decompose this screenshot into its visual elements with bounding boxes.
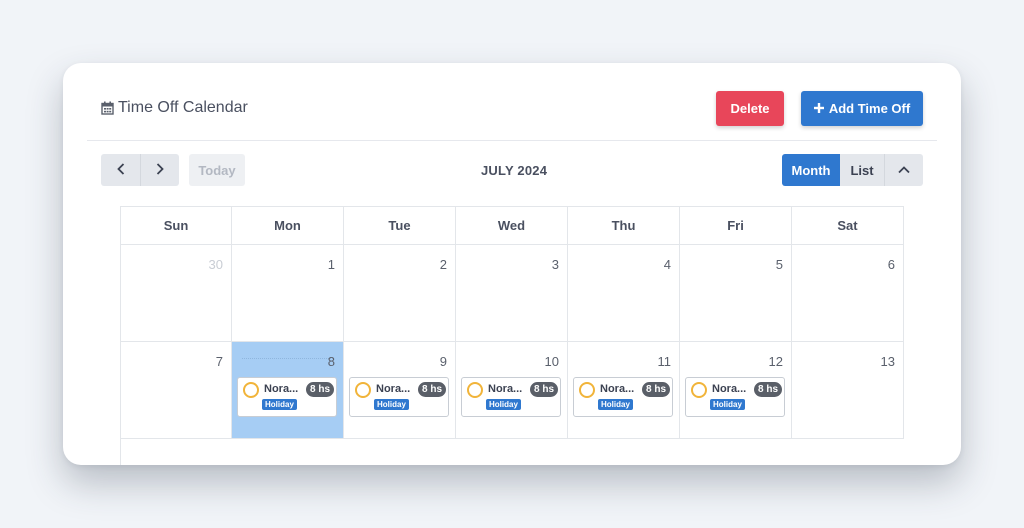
event-type-tag: Holiday	[262, 399, 297, 410]
event-employee-name: Nora...	[488, 383, 523, 395]
event-type-tag: Holiday	[710, 399, 745, 410]
page-title-text: Time Off Calendar	[118, 99, 248, 116]
status-ring-icon	[579, 382, 595, 398]
calendar-toolbar: Today JULY 2024 Month List	[101, 154, 923, 186]
time-off-event[interactable]: Nora... 8 hs Holiday	[349, 377, 449, 417]
day-number: 4	[663, 257, 671, 272]
page-title: Time Off Calendar	[101, 99, 248, 117]
event-employee-name: Nora...	[712, 383, 747, 395]
weekday-header: Wed	[456, 207, 568, 245]
day-number: 6	[887, 257, 895, 272]
weekday-header: Sat	[792, 207, 904, 245]
day-number: 2	[439, 257, 447, 272]
collapse-button[interactable]	[884, 154, 923, 186]
event-hours-badge: 8 hs	[754, 382, 783, 397]
status-ring-icon	[691, 382, 707, 398]
calendar-day[interactable]: 6	[792, 245, 904, 342]
event-employee-name: Nora...	[600, 383, 635, 395]
calendar-day[interactable]: 7	[121, 342, 232, 439]
status-ring-icon	[467, 382, 483, 398]
day-number: 1	[327, 257, 335, 272]
calendar-day[interactable]: 30	[121, 245, 232, 342]
calendar-day[interactable]: 10 Nora... 8 hs Holiday	[456, 342, 568, 439]
day-number: 10	[544, 354, 559, 369]
calendar-day[interactable]: 12 Nora... 8 hs Holiday	[680, 342, 792, 439]
day-number: 13	[880, 354, 895, 369]
calendar-week: 7 8 Nora... 8 hs Holiday 9 Nora... 8 hs …	[121, 342, 904, 439]
event-hours-badge: 8 hs	[306, 382, 335, 397]
day-number: 9	[439, 354, 447, 369]
chevron-right-icon	[156, 162, 164, 178]
calendar-day[interactable]: 13	[792, 342, 904, 439]
calendar-day[interactable]: 1	[232, 245, 344, 342]
calendar-day[interactable]: 3	[456, 245, 568, 342]
calendar-day[interactable]: 5	[680, 245, 792, 342]
month-view-button[interactable]: Month	[782, 154, 840, 186]
day-number: 7	[215, 354, 223, 369]
delete-button[interactable]: Delete	[716, 91, 784, 126]
event-hours-badge: 8 hs	[418, 382, 447, 397]
current-month-label: JULY 2024	[481, 163, 548, 178]
weekday-header: Mon	[232, 207, 344, 245]
status-ring-icon	[243, 382, 259, 398]
time-off-event[interactable]: Nora... 8 hs Holiday	[685, 377, 785, 417]
day-number: 8	[327, 354, 335, 369]
chevron-left-icon	[116, 162, 125, 178]
time-off-card: Time Off Calendar Delete Add Time Off To…	[63, 63, 961, 465]
calendar-day[interactable]: 2	[344, 245, 456, 342]
weekday-header: Thu	[568, 207, 680, 245]
event-hours-badge: 8 hs	[642, 382, 671, 397]
weekday-header: Sun	[121, 207, 232, 245]
next-month-button[interactable]	[140, 154, 179, 186]
event-type-tag: Holiday	[598, 399, 633, 410]
day-number: 3	[551, 257, 559, 272]
event-employee-name: Nora...	[264, 383, 299, 395]
time-off-event[interactable]: Nora... 8 hs Holiday	[573, 377, 673, 417]
day-number: 5	[775, 257, 783, 272]
event-employee-name: Nora...	[376, 383, 411, 395]
status-ring-icon	[355, 382, 371, 398]
day-number: 11	[657, 354, 672, 369]
chevron-up-icon	[898, 161, 910, 179]
add-time-off-label: Add Time Off	[828, 101, 911, 116]
day-number: 12	[768, 354, 783, 369]
event-hours-badge: 8 hs	[530, 382, 559, 397]
day-number: 30	[208, 257, 223, 272]
list-view-button[interactable]: List	[840, 154, 884, 186]
calendar-icon	[101, 101, 114, 115]
weekday-header: Fri	[680, 207, 792, 245]
event-type-tag: Holiday	[374, 399, 409, 410]
calendar-day[interactable]: 11 Nora... 8 hs Holiday	[568, 342, 680, 439]
today-button[interactable]: Today	[189, 154, 245, 186]
weekday-header-row: Sun Mon Tue Wed Thu Fri Sat	[121, 207, 904, 245]
event-type-tag: Holiday	[486, 399, 521, 410]
delete-button-label: Delete	[730, 101, 770, 116]
calendar-day-selected[interactable]: 8 Nora... 8 hs Holiday	[232, 342, 344, 439]
month-calendar-grid: Sun Mon Tue Wed Thu Fri Sat 30 1 2 3 4 5…	[120, 206, 904, 465]
calendar-day[interactable]: 4	[568, 245, 680, 342]
time-off-event[interactable]: Nora... 8 hs Holiday	[461, 377, 561, 417]
time-off-event[interactable]: Nora... 8 hs Holiday	[237, 377, 337, 417]
calendar-day[interactable]: 9 Nora... 8 hs Holiday	[344, 342, 456, 439]
plus-icon	[813, 101, 824, 116]
add-time-off-button[interactable]: Add Time Off	[801, 91, 923, 126]
weekday-header: Tue	[344, 207, 456, 245]
card-header: Time Off Calendar Delete Add Time Off	[87, 63, 937, 141]
calendar-week: 30 1 2 3 4 5 6	[121, 245, 904, 342]
prev-month-button[interactable]	[101, 154, 140, 186]
